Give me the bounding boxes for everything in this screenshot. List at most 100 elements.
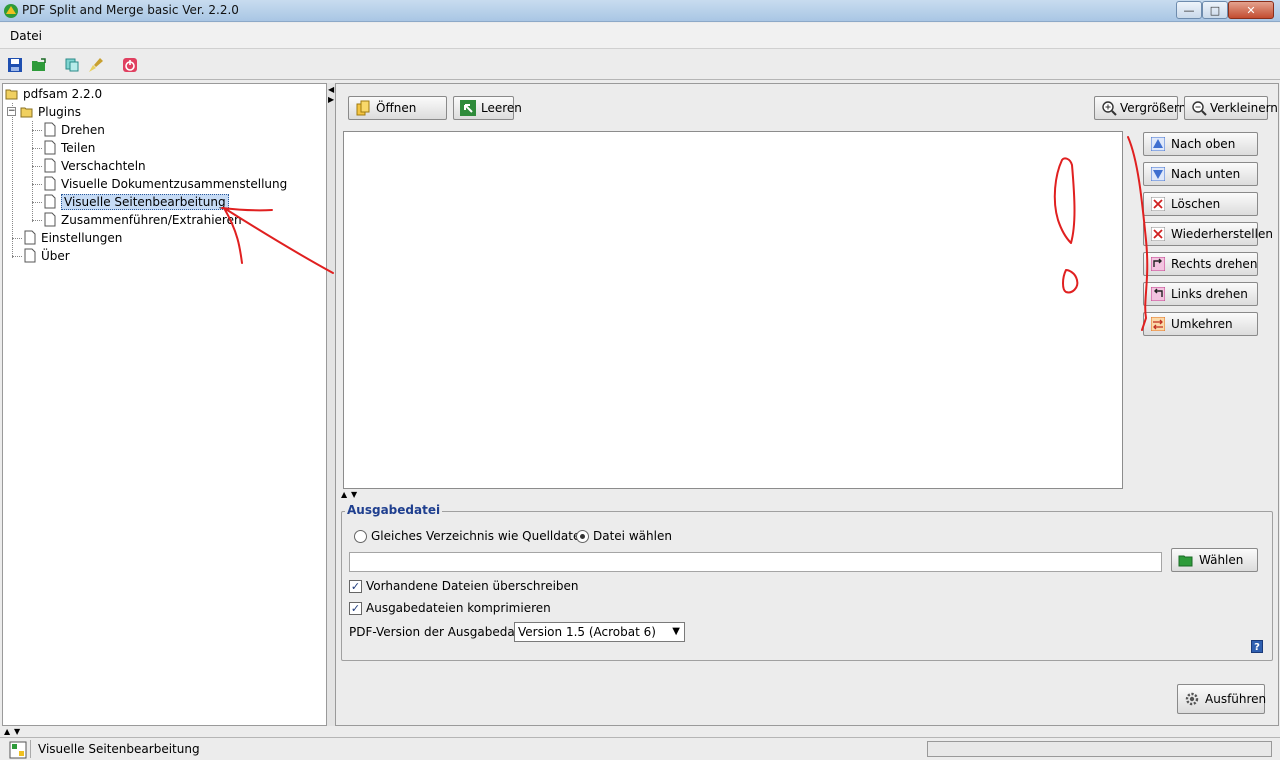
tree-item-verschachteln[interactable]: Verschachteln	[43, 157, 146, 174]
help-icon[interactable]: ?	[1251, 640, 1263, 653]
chevron-down-icon: ▼	[672, 626, 680, 637]
save-button[interactable]	[6, 56, 24, 74]
choose-file-button-label: Wählen	[1199, 553, 1244, 567]
tree-item-visuelle-dokumentzusammenstellung[interactable]: Visuelle Dokumentzusammenstellung	[43, 175, 287, 192]
tree-item-label: Visuelle Dokumentzusammenstellung	[61, 176, 288, 191]
same-dir-radio[interactable]	[354, 530, 367, 543]
power-exit-icon	[123, 58, 137, 72]
tree-connector	[32, 202, 42, 203]
run-button-label: Ausführen	[1205, 692, 1267, 706]
clear-arrow-icon	[460, 100, 476, 116]
status-text: Visuelle Seitenbearbeitung	[38, 742, 200, 756]
save-icon	[8, 58, 22, 72]
zoom-in-icon	[1101, 100, 1117, 116]
menu-datei[interactable]: Datei	[10, 29, 42, 43]
open-folder-icon	[20, 107, 33, 118]
choose-file-label: Datei wählen	[593, 529, 672, 543]
collapse-right-icon[interactable]: ▶	[328, 95, 334, 104]
close-button[interactable]: ✕	[1228, 1, 1274, 19]
choose-file-button[interactable]: Wählen	[1171, 548, 1258, 572]
open-folder-icon	[1178, 552, 1194, 568]
overwrite-checkbox[interactable]: ✓	[349, 580, 362, 593]
tree-item-label: Zusammenführen/Extrahieren	[61, 212, 242, 227]
rotate-left-button[interactable]: Links drehen	[1143, 282, 1258, 306]
collapse-down-icon[interactable]: ▼	[351, 490, 357, 499]
delete-label: Löschen	[1171, 197, 1221, 211]
clean-button[interactable]	[87, 56, 105, 74]
document-icon	[24, 248, 36, 263]
toolbar	[0, 50, 1280, 80]
zoom-out-label: Verkleinern	[1210, 101, 1278, 115]
minimize-icon: —	[1183, 3, 1195, 17]
tree-connector	[32, 220, 42, 221]
plugin-tree: pdfsam 2.2.0 − Plugins Drehen Teilen Ver…	[2, 83, 327, 726]
same-dir-label: Gleiches Verzeichnis wie Quelldatei	[371, 529, 584, 543]
choose-file-radio[interactable]	[576, 530, 589, 543]
open-pdf-label: Öffnen	[376, 101, 417, 115]
copy-button[interactable]	[63, 56, 81, 74]
tree-connector	[12, 103, 13, 258]
copy-icon	[65, 58, 79, 72]
rotate-left-icon	[1150, 286, 1166, 302]
pdf-version-label: PDF-Version der Ausgabedatei:	[349, 625, 535, 639]
tree-node-plugins[interactable]: − Plugins	[7, 103, 81, 120]
close-icon: ✕	[1246, 3, 1256, 17]
rotate-right-button[interactable]: Rechts drehen	[1143, 252, 1258, 276]
collapse-down-icon[interactable]: ▼	[14, 727, 20, 736]
undelete-button[interactable]: Wiederherstellen	[1143, 222, 1273, 246]
open-folder-icon	[32, 58, 46, 71]
tree-item-teilen[interactable]: Teilen	[43, 139, 95, 156]
rotate-right-label: Rechts drehen	[1171, 257, 1258, 271]
page-preview-area[interactable]	[343, 131, 1123, 489]
zoom-out-button[interactable]: Verkleinern	[1184, 96, 1278, 120]
bottom-splitter[interactable]: ▲ ▼	[2, 727, 946, 737]
collapse-toggle-icon[interactable]: −	[7, 107, 16, 116]
rotate-left-label: Links drehen	[1171, 287, 1248, 301]
tree-item-ueber[interactable]: Über	[23, 247, 70, 264]
tree-item-zusammenfuehren-extrahieren[interactable]: Zusammenführen/Extrahieren	[43, 211, 242, 228]
maximize-button[interactable]: □	[1202, 1, 1228, 19]
move-up-button[interactable]: Nach oben	[1143, 132, 1258, 156]
collapse-up-icon[interactable]: ▲	[341, 490, 347, 499]
progress-bar	[927, 741, 1272, 757]
collapse-up-icon[interactable]: ▲	[4, 727, 10, 736]
tree-connector	[12, 238, 22, 239]
vertical-splitter[interactable]: ◀ ▶	[327, 83, 335, 726]
tree-connector	[32, 121, 33, 222]
horizontal-splitter[interactable]: ▲ ▼	[335, 490, 1279, 500]
run-button[interactable]: Ausführen	[1177, 684, 1267, 714]
open-pdf-button[interactable]: Öffnen	[348, 96, 447, 120]
pdf-version-value: Version 1.5 (Acrobat 6)	[518, 625, 656, 639]
open-button[interactable]	[30, 56, 48, 74]
delete-button[interactable]: Löschen	[1143, 192, 1258, 216]
move-down-button[interactable]: Nach unten	[1143, 162, 1258, 186]
zoom-out-icon	[1191, 100, 1207, 116]
document-icon	[44, 212, 56, 227]
pdf-version-select[interactable]: Version 1.5 (Acrobat 6) ▼	[514, 622, 685, 642]
reverse-icon	[1150, 316, 1166, 332]
exit-button[interactable]	[121, 56, 139, 74]
tree-connector	[32, 130, 42, 131]
open-folder-icon	[5, 89, 18, 100]
tree-connector	[32, 166, 42, 167]
tree-item-visuelle-seitenbearbeitung[interactable]: Visuelle Seitenbearbeitung	[43, 193, 229, 210]
window-title: PDF Split and Merge basic Ver. 2.2.0	[22, 3, 239, 17]
tree-connector	[32, 184, 42, 185]
move-up-label: Nach oben	[1171, 137, 1236, 151]
clear-button[interactable]: Leeren	[453, 96, 522, 120]
output-path-input[interactable]	[349, 552, 1162, 572]
collapse-left-icon[interactable]: ◀	[328, 85, 334, 94]
tree-item-einstellungen[interactable]: Einstellungen	[23, 229, 122, 246]
gear-icon	[1184, 691, 1200, 707]
tree-root[interactable]: pdfsam 2.2.0	[5, 85, 102, 102]
reverse-button[interactable]: Umkehren	[1143, 312, 1258, 336]
document-icon	[44, 122, 56, 137]
undelete-icon	[1150, 226, 1166, 242]
compress-checkbox[interactable]: ✓	[349, 602, 362, 615]
tree-connector	[12, 256, 22, 257]
tree-item-label: Einstellungen	[41, 230, 123, 245]
reverse-label: Umkehren	[1171, 317, 1233, 331]
tree-item-drehen[interactable]: Drehen	[43, 121, 105, 138]
zoom-in-button[interactable]: Vergrößern	[1094, 96, 1186, 120]
minimize-button[interactable]: —	[1176, 1, 1202, 19]
